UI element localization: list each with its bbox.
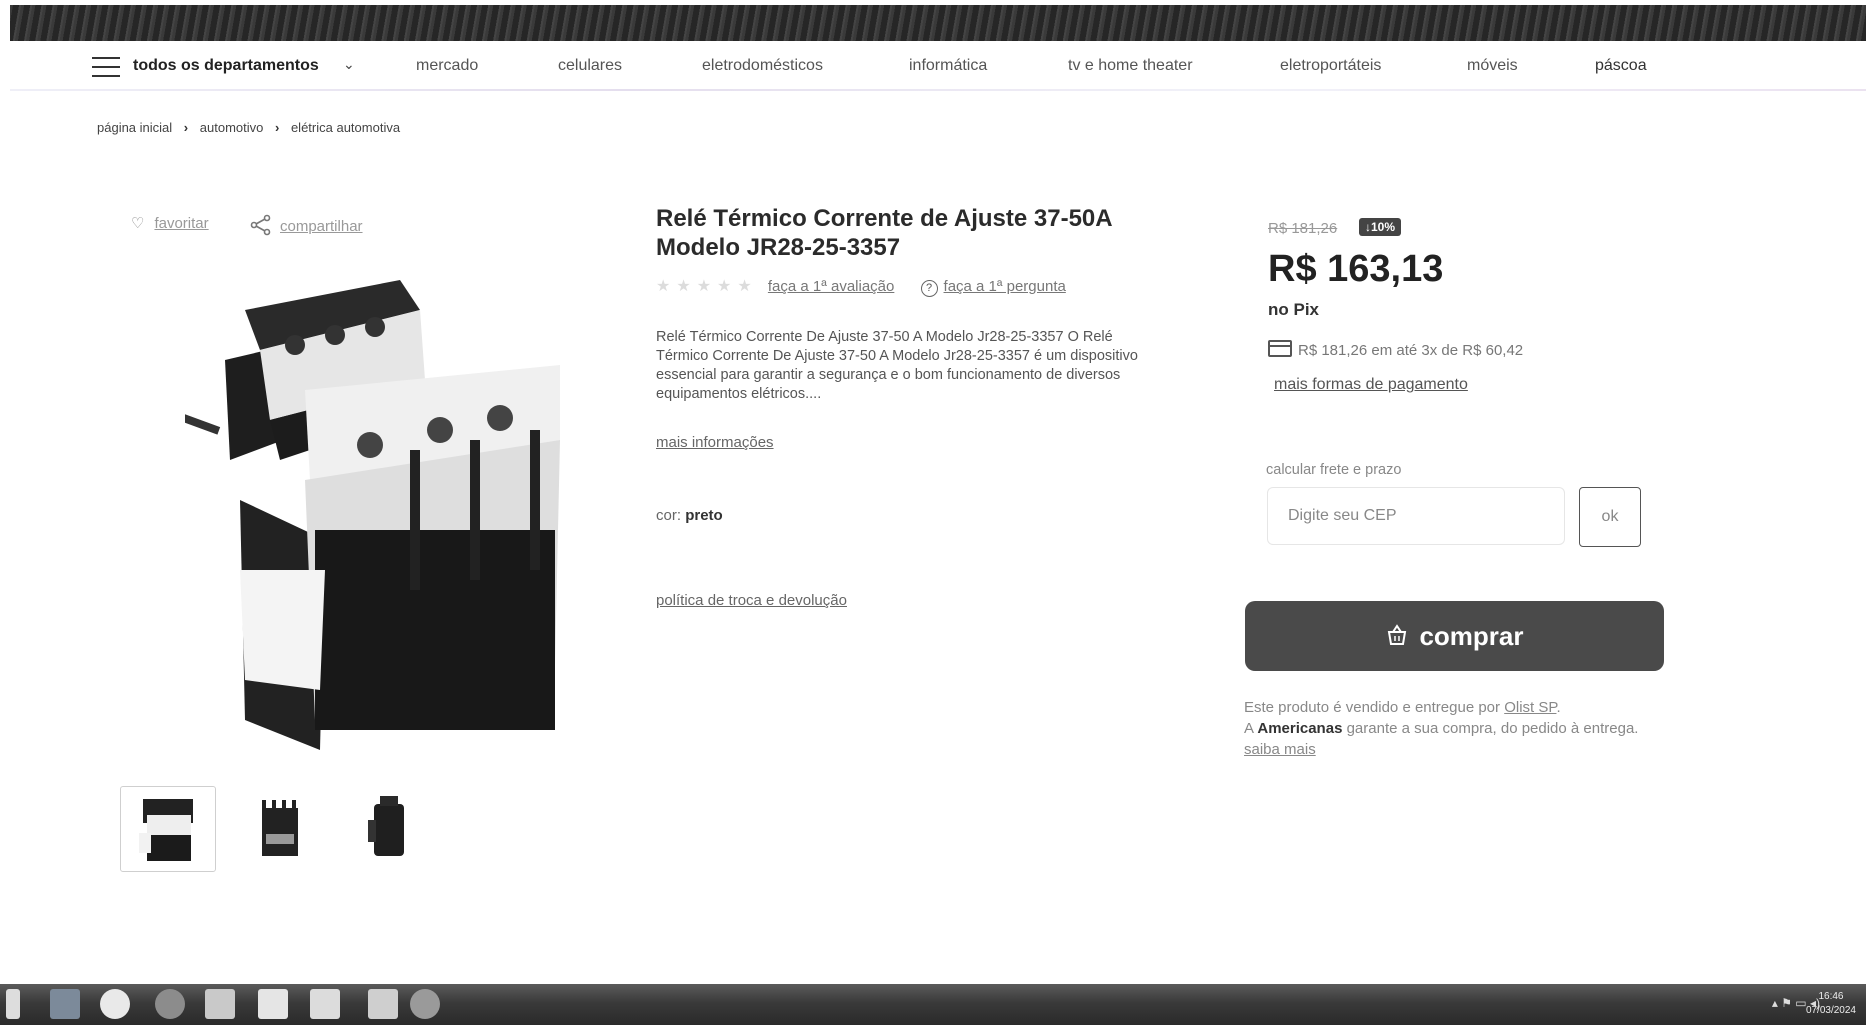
old-price: R$ 181,26 bbox=[1268, 220, 1338, 237]
chevron-down-icon[interactable]: ⌄ bbox=[343, 56, 355, 73]
favorite-action[interactable]: ♡ favoritar bbox=[131, 214, 209, 232]
media-player-icon[interactable] bbox=[50, 989, 80, 1019]
seller-text: Este produto é vendido e entregue por bbox=[1244, 699, 1501, 716]
nav-item-eletrodomesticos[interactable]: eletrodomésticos bbox=[702, 57, 823, 75]
more-payment-link[interactable]: mais formas de pagamento bbox=[1274, 376, 1468, 394]
firefox-icon[interactable] bbox=[155, 989, 185, 1019]
thumbnail-2[interactable] bbox=[232, 786, 326, 870]
buy-button-label: comprar bbox=[1419, 621, 1524, 651]
first-question-link[interactable]: faça a 1ª pergunta bbox=[944, 278, 1066, 295]
start-icon[interactable] bbox=[6, 989, 20, 1019]
thumbnail-image bbox=[368, 796, 404, 856]
color-selector: cor: preto bbox=[656, 507, 723, 524]
question-icon: ? bbox=[920, 280, 938, 297]
breadcrumb-separator-icon: › bbox=[274, 120, 280, 135]
rating-row: ★★★★★ faça a 1ª avaliação ? faça a 1ª per… bbox=[656, 276, 1066, 297]
nav-item-celulares[interactable]: celulares bbox=[558, 57, 622, 75]
product-title: Relé Térmico Corrente de Ajuste 37-50A M… bbox=[656, 205, 1112, 261]
share-link[interactable]: compartilhar bbox=[280, 218, 363, 235]
freight-label: calcular frete e prazo bbox=[1266, 462, 1402, 478]
thumbnail-3[interactable] bbox=[340, 786, 434, 870]
thumbnail-image bbox=[139, 799, 193, 861]
breadcrumb-automotivo[interactable]: automotivo bbox=[200, 120, 264, 135]
all-departments-link[interactable]: todos os departamentos bbox=[133, 57, 319, 75]
chrome-icon[interactable] bbox=[100, 989, 130, 1019]
nav-item-mercado[interactable]: mercado bbox=[416, 57, 478, 75]
star-rating-icon: ★★★★★ bbox=[656, 278, 758, 295]
paint-icon[interactable] bbox=[410, 989, 440, 1019]
nav-divider bbox=[10, 89, 1866, 91]
menu-icon[interactable] bbox=[92, 57, 120, 77]
thumbnail-1[interactable] bbox=[120, 786, 216, 872]
breadcrumb-separator-icon: › bbox=[183, 120, 189, 135]
department-nav: todos os departamentos ⌄ mercado celular… bbox=[0, 53, 1866, 83]
nav-item-pascoa[interactable]: páscoa bbox=[1595, 57, 1647, 75]
buy-button[interactable]: comprar bbox=[1245, 601, 1664, 671]
seller-link[interactable]: Olist SP bbox=[1504, 699, 1556, 716]
file-explorer-icon[interactable] bbox=[205, 989, 235, 1019]
more-info-link[interactable]: mais informações bbox=[656, 434, 774, 451]
heart-icon: ♡ bbox=[131, 215, 145, 232]
share-icon bbox=[250, 214, 271, 236]
installments-text: R$ 181,26 em até 3x de R$ 60,42 bbox=[1298, 342, 1524, 359]
breadcrumb-eletrica[interactable]: elétrica automotiva bbox=[291, 120, 400, 135]
nav-item-informatica[interactable]: informática bbox=[909, 57, 987, 75]
learn-more-link[interactable]: saiba mais bbox=[1244, 741, 1316, 758]
taskbar-clock[interactable]: 16:46 07/03/2024 bbox=[1806, 990, 1856, 1018]
product-description: Relé Térmico Corrente De Ajuste 37-50 A … bbox=[656, 329, 1138, 402]
thumbnail-image bbox=[262, 800, 298, 856]
clock-time: 16:46 bbox=[1818, 991, 1844, 1002]
cep-ok-button[interactable]: ok bbox=[1579, 487, 1641, 547]
breadcrumb: página inicial › automotivo › elétrica a… bbox=[97, 120, 408, 135]
nav-item-eletroportateis[interactable]: eletroportáteis bbox=[1280, 57, 1381, 75]
installments: R$ 181,26 em até 3x de R$ 60,42 bbox=[1268, 340, 1523, 359]
nav-item-moveis[interactable]: móveis bbox=[1467, 57, 1518, 75]
cep-input[interactable] bbox=[1267, 487, 1565, 545]
brand-name: Americanas bbox=[1257, 720, 1343, 737]
excel-icon[interactable] bbox=[310, 989, 340, 1019]
color-label: cor: bbox=[656, 507, 682, 524]
credit-card-icon bbox=[1268, 340, 1292, 357]
guarantee-text: garante a sua compra, do pedido à entreg… bbox=[1346, 720, 1639, 737]
os-taskbar: ▴ ⚑ ▭ ◂) 16:46 07/03/2024 bbox=[0, 984, 1866, 1025]
guarantee-prefix: A bbox=[1244, 720, 1254, 737]
basket-icon bbox=[1388, 624, 1407, 645]
return-policy-link[interactable]: política de troca e devolução bbox=[656, 592, 847, 609]
discount-badge: ↓10% bbox=[1359, 218, 1402, 236]
color-value: preto bbox=[685, 507, 723, 524]
word-icon[interactable] bbox=[258, 989, 288, 1019]
breadcrumb-home[interactable]: página inicial bbox=[97, 120, 172, 135]
pix-label: no Pix bbox=[1268, 300, 1320, 319]
share-action[interactable]: compartilhar bbox=[250, 214, 363, 236]
current-price: R$ 163,13 bbox=[1268, 248, 1444, 290]
app-icon[interactable] bbox=[368, 989, 398, 1019]
first-review-link[interactable]: faça a 1ª avaliação bbox=[768, 278, 894, 295]
nav-item-tv[interactable]: tv e home theater bbox=[1068, 57, 1193, 75]
product-main-image[interactable] bbox=[185, 270, 570, 750]
seller-info: Este produto é vendido e entregue por Ol… bbox=[1244, 699, 1639, 758]
browser-top-band bbox=[10, 5, 1866, 41]
favorite-link[interactable]: favoritar bbox=[154, 215, 208, 232]
clock-date: 07/03/2024 bbox=[1805, 1005, 1856, 1016]
